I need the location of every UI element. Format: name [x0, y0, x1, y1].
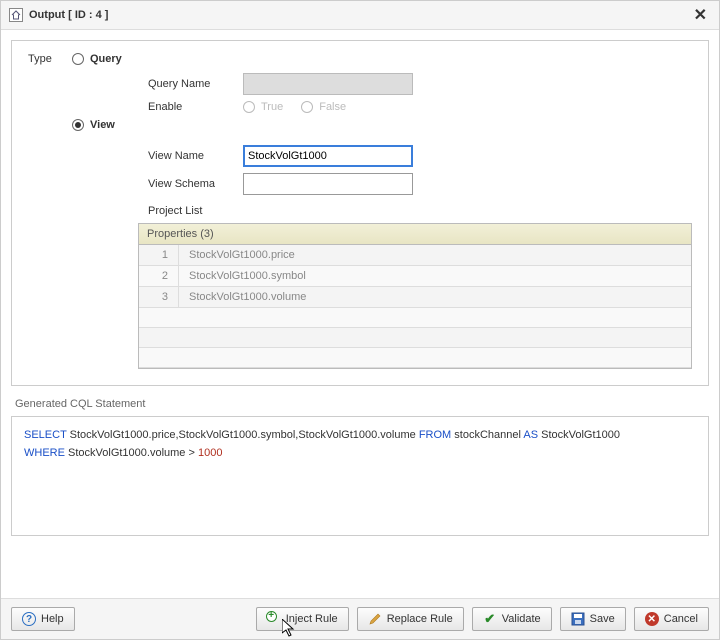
true-label: True [261, 101, 283, 113]
radio-icon [72, 119, 84, 131]
query-group: Query Name Enable True False [148, 73, 692, 113]
type-label: Type [28, 53, 72, 65]
view-name-input[interactable] [243, 145, 413, 167]
cancel-label: Cancel [664, 613, 698, 625]
table-row [139, 308, 691, 328]
cancel-button[interactable]: ✕ Cancel [634, 607, 709, 631]
inject-label: Inject Rule [286, 613, 338, 625]
query-name-input [243, 73, 413, 95]
cql-columns: StockVolGt1000.price,StockVolGt1000.symb… [70, 429, 416, 441]
replace-rule-button[interactable]: Replace Rule [357, 607, 464, 631]
radio-icon [72, 53, 84, 65]
row-value: StockVolGt1000.volume [179, 287, 316, 307]
properties-table: Properties (3) 1 StockVolGt1000.price 2 … [138, 223, 692, 369]
radio-icon [301, 101, 313, 113]
cql-cond-rhs: 1000 [198, 447, 222, 459]
project-list-label: Project List [148, 205, 692, 217]
dialog-title: Output [ ID : 4 ] [29, 9, 690, 21]
validate-button[interactable]: ✔ Validate [472, 607, 552, 631]
table-row [139, 348, 691, 368]
row-value: StockVolGt1000.symbol [179, 266, 316, 286]
check-icon: ✔ [483, 612, 497, 626]
row-index: 2 [139, 266, 179, 286]
view-group: View Name View Schema Project List Prope… [148, 145, 692, 369]
enable-true-radio: True [243, 101, 283, 113]
table-row[interactable]: 1 StockVolGt1000.price [139, 245, 691, 266]
view-radio-label: View [90, 119, 115, 131]
validate-label: Validate [502, 613, 541, 625]
table-row[interactable]: 3 StockVolGt1000.volume [139, 287, 691, 308]
radio-icon [243, 101, 255, 113]
pencil-icon [368, 612, 382, 626]
cql-statement-box: SELECT StockVolGt1000.price,StockVolGt10… [11, 416, 709, 536]
kw-from: FROM [419, 429, 451, 441]
view-name-label: View Name [148, 150, 243, 162]
kw-select: SELECT [24, 429, 67, 441]
cql-cond-lhs: StockVolGt1000.volume > [68, 447, 195, 459]
cancel-icon: ✕ [645, 612, 659, 626]
cql-alias: StockVolGt1000 [541, 429, 620, 441]
help-label: Help [41, 613, 64, 625]
inject-rule-button[interactable]: Inject Rule [256, 607, 349, 631]
output-dialog: Output [ ID : 4 ] ✕ Type Query Query Nam… [0, 0, 720, 640]
row-index: 1 [139, 245, 179, 265]
save-label: Save [590, 613, 615, 625]
view-schema-input[interactable] [243, 173, 413, 195]
row-value: StockVolGt1000.price [179, 245, 305, 265]
help-button[interactable]: ? Help [11, 607, 75, 631]
save-icon [571, 612, 585, 626]
query-radio[interactable]: Query [72, 53, 122, 65]
table-row [139, 328, 691, 348]
query-name-label: Query Name [148, 78, 243, 90]
help-icon: ? [22, 612, 36, 626]
close-icon[interactable]: ✕ [690, 5, 711, 25]
query-radio-label: Query [90, 53, 122, 65]
titlebar: Output [ ID : 4 ] ✕ [1, 1, 719, 30]
dialog-content: Type Query Query Name Enable True [1, 30, 719, 598]
properties-table-body: 1 StockVolGt1000.price 2 StockVolGt1000.… [139, 245, 691, 368]
enable-false-radio: False [301, 101, 346, 113]
kw-where: WHERE [24, 447, 65, 459]
row-index: 3 [139, 287, 179, 307]
dialog-footer: ? Help Inject Rule Replace Rule ✔ Valida… [1, 598, 719, 639]
properties-table-header: Properties (3) [139, 224, 691, 245]
cql-label: Generated CQL Statement [15, 398, 709, 410]
view-schema-label: View Schema [148, 178, 243, 190]
inject-icon [267, 612, 281, 626]
false-label: False [319, 101, 346, 113]
replace-label: Replace Rule [387, 613, 453, 625]
save-button[interactable]: Save [560, 607, 626, 631]
view-radio[interactable]: View [72, 119, 115, 131]
table-row[interactable]: 2 StockVolGt1000.symbol [139, 266, 691, 287]
kw-as: AS [523, 429, 538, 441]
cql-source: stockChannel [454, 429, 521, 441]
type-panel: Type Query Query Name Enable True [11, 40, 709, 386]
home-icon[interactable] [9, 8, 23, 22]
enable-label: Enable [148, 101, 243, 113]
